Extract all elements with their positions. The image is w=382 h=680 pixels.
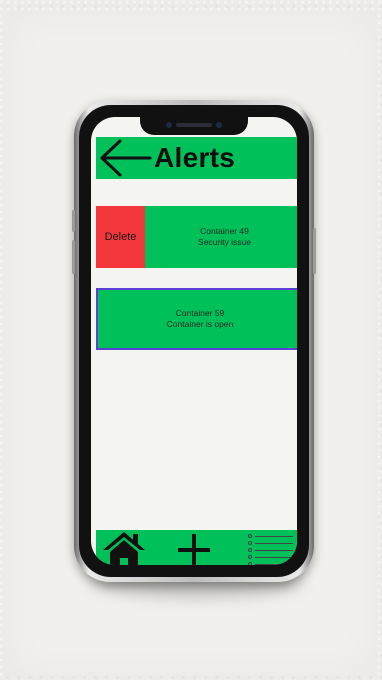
phone-bezel: Alerts Delete Container 49 Security issu… — [79, 105, 309, 577]
delete-button[interactable]: Delete — [96, 206, 145, 268]
arrow-left-icon — [100, 139, 152, 177]
alert-item[interactable]: Delete Container 49 Security issue — [96, 206, 297, 268]
page-title: Alerts — [154, 142, 236, 173]
home-icon — [102, 532, 145, 565]
app-screen: Alerts Delete Container 49 Security issu… — [91, 117, 297, 565]
plus-icon — [177, 534, 210, 565]
alert-message: Container is open — [166, 319, 234, 329]
camera-dot — [166, 122, 172, 128]
nav-home-button[interactable] — [96, 530, 151, 565]
alert-text: Container 59 Container is open — [98, 308, 297, 330]
bottom-nav — [96, 530, 297, 565]
alert-message: Security issue — [198, 237, 251, 247]
volume-down-button — [72, 240, 75, 274]
speaker — [176, 123, 212, 127]
volume-up-button — [72, 210, 75, 232]
app-header: Alerts — [96, 137, 297, 179]
back-button[interactable] — [96, 137, 154, 179]
nav-add-button[interactable] — [151, 530, 236, 565]
nav-list-button[interactable] — [236, 530, 297, 565]
alert-title: Container 59 — [175, 308, 225, 318]
notch — [140, 117, 248, 135]
phone-frame: Alerts Delete Container 49 Security issu… — [72, 100, 316, 582]
alert-text: Container 49 Security issue — [145, 226, 297, 248]
list-icon — [247, 534, 293, 565]
alert-title: Container 49 — [200, 226, 249, 236]
power-button — [313, 228, 316, 274]
alert-item-selected[interactable]: Container 59 Container is open — [96, 288, 297, 350]
sensor-dot — [216, 122, 222, 128]
